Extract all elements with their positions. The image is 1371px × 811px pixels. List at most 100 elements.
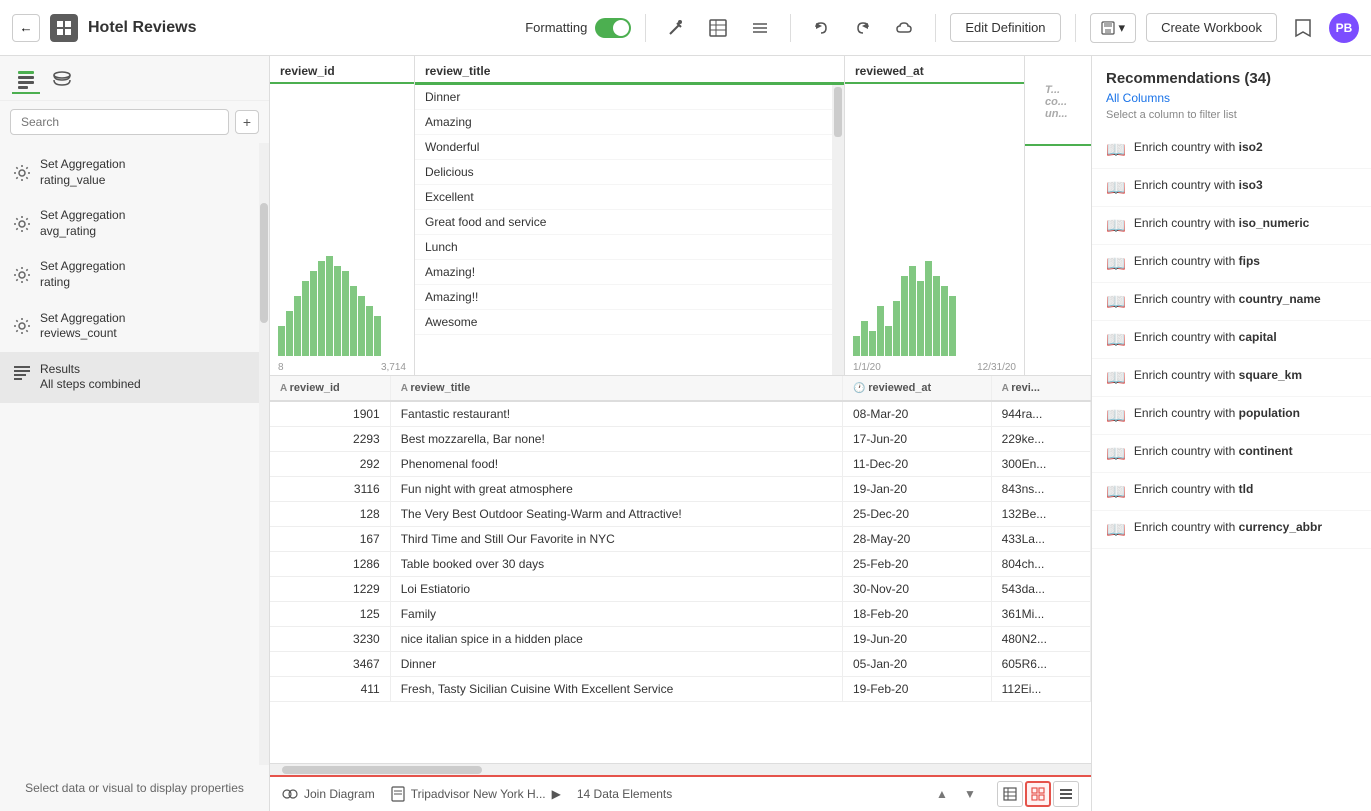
join-diagram-button[interactable]: Join Diagram bbox=[282, 786, 375, 802]
sidebar-tab-steps[interactable] bbox=[12, 66, 40, 94]
enrich-item-fips[interactable]: 📖 Enrich country with fips bbox=[1092, 245, 1371, 283]
sidebar-item-results[interactable]: Results All steps combined bbox=[0, 352, 259, 403]
cell-review-id: 411 bbox=[270, 677, 390, 702]
enrich-item-tld[interactable]: 📖 Enrich country with tld bbox=[1092, 473, 1371, 511]
dropdown-list[interactable]: Dinner Amazing Wonderful Delicious Excel… bbox=[415, 85, 832, 375]
enrich-item-square-km[interactable]: 📖 Enrich country with square_km bbox=[1092, 359, 1371, 397]
view-btn-3[interactable] bbox=[1053, 781, 1079, 807]
table-row[interactable]: 3230nice italian spice in a hidden place… bbox=[270, 627, 1091, 652]
back-button[interactable]: ← bbox=[12, 14, 40, 42]
dropdown-item-great-food[interactable]: Great food and service bbox=[415, 210, 832, 235]
footer-arrows: ▲ ▼ bbox=[931, 783, 981, 805]
dropdown-scrollbar[interactable] bbox=[832, 85, 844, 375]
sidebar-tab-data[interactable] bbox=[48, 66, 76, 94]
create-workbook-button[interactable]: Create Workbook bbox=[1146, 13, 1277, 42]
table-row[interactable]: 3116Fun night with great atmosphere19-Ja… bbox=[270, 477, 1091, 502]
sidebar-scrollbar-thumb bbox=[260, 203, 268, 323]
col-type-a-2: A bbox=[401, 383, 411, 394]
dropdown-area: Dinner Amazing Wonderful Delicious Excel… bbox=[415, 85, 844, 375]
bar bbox=[350, 286, 357, 356]
dropdown-item-awesome[interactable]: Awesome bbox=[415, 310, 832, 335]
sidebar-item-set-agg-rating-value[interactable]: Set Aggregation rating_value bbox=[0, 147, 259, 198]
table-row[interactable]: 2293Best mozzarella, Bar none!17-Jun-202… bbox=[270, 427, 1091, 452]
table-row[interactable]: 1229Loi Estiatorio30-Nov-20543da... bbox=[270, 577, 1091, 602]
table-row[interactable]: 167Third Time and Still Our Favorite in … bbox=[270, 527, 1091, 552]
sidebar-item-label-1: Set Aggregation bbox=[40, 157, 125, 173]
col-header-review-title: review_title bbox=[415, 56, 844, 85]
table-row[interactable]: 128The Very Best Outdoor Seating-Warm an… bbox=[270, 502, 1091, 527]
bar bbox=[294, 296, 301, 356]
wand-button[interactable] bbox=[660, 12, 692, 44]
divider2 bbox=[790, 14, 791, 42]
table-row[interactable]: 125Family18-Feb-20361Mi... bbox=[270, 602, 1091, 627]
cell-review-id: 3467 bbox=[270, 652, 390, 677]
view-btn-2[interactable] bbox=[1025, 781, 1051, 807]
elements-button[interactable]: 14 Data Elements bbox=[577, 787, 672, 801]
dropdown-item-amazing-excl[interactable]: Amazing! bbox=[415, 260, 832, 285]
save-button[interactable]: ▾ bbox=[1090, 13, 1137, 43]
steps-icon bbox=[16, 69, 36, 89]
scroll-down-button[interactable]: ▼ bbox=[959, 783, 981, 805]
view-btn-1[interactable] bbox=[997, 781, 1023, 807]
col-header-review-id: review_id bbox=[270, 56, 414, 84]
table-row[interactable]: 1286Table booked over 30 days25-Feb-2080… bbox=[270, 552, 1091, 577]
sidebar-tabs bbox=[0, 56, 269, 101]
dropdown-item-wonderful[interactable]: Wonderful bbox=[415, 135, 832, 160]
cloud-icon bbox=[896, 19, 914, 37]
enrich-item-continent[interactable]: 📖 Enrich country with continent bbox=[1092, 435, 1371, 473]
bookmark-button[interactable] bbox=[1287, 12, 1319, 44]
edit-definition-button[interactable]: Edit Definition bbox=[950, 13, 1060, 42]
list-view-button[interactable] bbox=[744, 12, 776, 44]
dropdown-item-excellent[interactable]: Excellent bbox=[415, 185, 832, 210]
cell-reviewed-at: 17-Jun-20 bbox=[843, 427, 992, 452]
enrich-item-currency-abbr[interactable]: 📖 Enrich country with currency_abbr bbox=[1092, 511, 1371, 549]
enrich-item-country-name[interactable]: 📖 Enrich country with country_name bbox=[1092, 283, 1371, 321]
sidebar-content: Set Aggregation rating_value Set Aggrega… bbox=[0, 143, 269, 765]
dropdown-scrollbar-thumb bbox=[834, 87, 842, 137]
all-columns-link[interactable]: All Columns bbox=[1092, 91, 1371, 109]
cell-reviewed-at: 28-May-20 bbox=[843, 527, 992, 552]
cell-review-title: Phenomenal food! bbox=[390, 452, 842, 477]
cell-review-title: Best mozzarella, Bar none! bbox=[390, 427, 842, 452]
cloud-button[interactable] bbox=[889, 12, 921, 44]
enrich-item-capital[interactable]: 📖 Enrich country with capital bbox=[1092, 321, 1371, 359]
sidebar-scrollbar[interactable] bbox=[259, 143, 269, 765]
scroll-up-button[interactable]: ▲ bbox=[931, 783, 953, 805]
col-max-reviewed-at: 12/31/20 bbox=[977, 362, 1016, 373]
avatar[interactable]: PB bbox=[1329, 13, 1359, 43]
sidebar-item-set-agg-avg-rating[interactable]: Set Aggregation avg_rating bbox=[0, 198, 259, 249]
sidebar-item-set-agg-reviews-count[interactable]: Set Aggregation reviews_count bbox=[0, 301, 259, 352]
dropdown-item-amazing-excl2[interactable]: Amazing!! bbox=[415, 285, 832, 310]
cell-reviewed-at: 05-Jan-20 bbox=[843, 652, 992, 677]
sidebar-list: Set Aggregation rating_value Set Aggrega… bbox=[0, 143, 259, 765]
enrich-text-currency-abbr: Enrich country with currency_abbr bbox=[1134, 519, 1322, 536]
add-step-button[interactable]: + bbox=[235, 110, 259, 134]
cell-review-id: 2293 bbox=[270, 427, 390, 452]
table-view-button[interactable] bbox=[702, 12, 734, 44]
dropdown-item-lunch[interactable]: Lunch bbox=[415, 235, 832, 260]
table-row[interactable]: 3467Dinner05-Jan-20605R6... bbox=[270, 652, 1091, 677]
sidebar-item-set-agg-rating[interactable]: Set Aggregation rating bbox=[0, 249, 259, 300]
table-row[interactable]: 411Fresh, Tasty Sicilian Cuisine With Ex… bbox=[270, 677, 1091, 702]
file-button[interactable]: Tripadvisor New York H... ▶ bbox=[391, 786, 561, 802]
enrich-item-iso3[interactable]: 📖 Enrich country with iso3 bbox=[1092, 169, 1371, 207]
cell-reviewed-at: 25-Feb-20 bbox=[843, 552, 992, 577]
dropdown-item-delicious[interactable]: Delicious bbox=[415, 160, 832, 185]
sidebar-item-sub-2: avg_rating bbox=[40, 224, 125, 240]
enrich-item-iso2[interactable]: 📖 Enrich country with iso2 bbox=[1092, 131, 1371, 169]
cell-reviewed-at: 18-Feb-20 bbox=[843, 602, 992, 627]
dropdown-item-dinner[interactable]: Dinner bbox=[415, 85, 832, 110]
enrich-item-population[interactable]: 📖 Enrich country with population bbox=[1092, 397, 1371, 435]
cell-review-id: 3230 bbox=[270, 627, 390, 652]
undo-button[interactable] bbox=[805, 12, 837, 44]
data-table: A review_id A review_title 🕐 reviewed_at… bbox=[270, 376, 1091, 702]
table-row[interactable]: 292Phenomenal food!11-Dec-20300En... bbox=[270, 452, 1091, 477]
table-row[interactable]: 1901Fantastic restaurant!08-Mar-20944ra.… bbox=[270, 401, 1091, 427]
redo-button[interactable] bbox=[847, 12, 879, 44]
enrich-item-iso-numeric[interactable]: 📖 Enrich country with iso_numeric bbox=[1092, 207, 1371, 245]
search-input[interactable] bbox=[10, 109, 229, 135]
horizontal-scrollbar[interactable] bbox=[270, 763, 1091, 775]
dropdown-item-amazing[interactable]: Amazing bbox=[415, 110, 832, 135]
bar bbox=[933, 276, 940, 356]
formatting-toggle[interactable] bbox=[595, 18, 631, 38]
